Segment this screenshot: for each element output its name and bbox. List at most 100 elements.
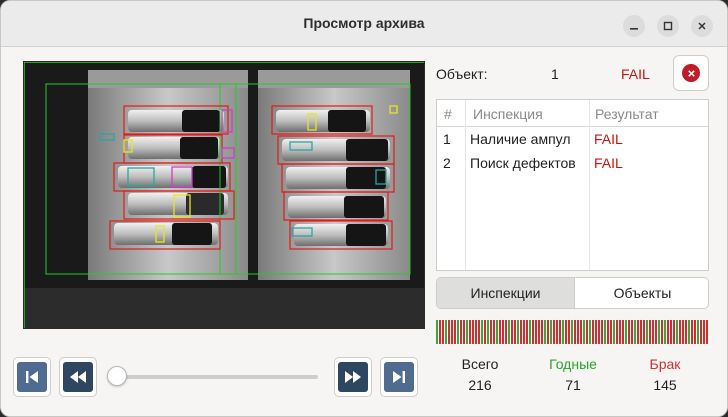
column-header-result[interactable]: Результат — [595, 106, 659, 122]
column-header-num[interactable]: # — [444, 106, 452, 122]
results-timeline[interactable] — [436, 320, 709, 344]
timeline-tick[interactable] — [616, 320, 618, 344]
timeline-tick[interactable] — [472, 320, 474, 344]
timeline-tick[interactable] — [691, 320, 693, 344]
table-row[interactable]: 1 Наличие ампул FAIL — [437, 127, 708, 151]
timeline-tick[interactable] — [529, 320, 531, 344]
timeline-tick[interactable] — [514, 320, 516, 344]
timeline-tick[interactable] — [445, 320, 447, 344]
timeline-tick[interactable] — [556, 320, 558, 344]
timeline-tick[interactable] — [607, 320, 609, 344]
timeline-tick[interactable] — [583, 320, 585, 344]
object-close-button[interactable] — [673, 55, 709, 91]
timeline-tick[interactable] — [703, 320, 705, 344]
timeline-tick[interactable] — [499, 320, 501, 344]
timeline-tick[interactable] — [502, 320, 504, 344]
tab-objects[interactable]: Объекты — [574, 278, 708, 308]
timeline-tick[interactable] — [484, 320, 486, 344]
timeline-tick[interactable] — [439, 320, 441, 344]
timeline-tick[interactable] — [631, 320, 633, 344]
timeline-tick[interactable] — [442, 320, 444, 344]
timeline-tick[interactable] — [481, 320, 483, 344]
timeline-tick[interactable] — [667, 320, 669, 344]
timeline-tick[interactable] — [511, 320, 513, 344]
timeline-tick[interactable] — [586, 320, 588, 344]
timeline-tick[interactable] — [613, 320, 615, 344]
timeline-tick[interactable] — [637, 320, 639, 344]
timeline-tick[interactable] — [673, 320, 675, 344]
timeline-tick[interactable] — [475, 320, 477, 344]
timeline-tick[interactable] — [679, 320, 681, 344]
skip-to-end-button[interactable] — [380, 357, 418, 397]
timeline-tick[interactable] — [640, 320, 642, 344]
timeline-tick[interactable] — [487, 320, 489, 344]
timeline-tick[interactable] — [508, 320, 510, 344]
timeline-tick[interactable] — [436, 320, 438, 344]
timeline-tick[interactable] — [658, 320, 660, 344]
timeline-tick[interactable] — [469, 320, 471, 344]
timeline-tick[interactable] — [676, 320, 678, 344]
timeline-tick[interactable] — [580, 320, 582, 344]
timeline-tick[interactable] — [457, 320, 459, 344]
timeline-tick[interactable] — [520, 320, 522, 344]
timeline-tick[interactable] — [493, 320, 495, 344]
timeline-tick[interactable] — [454, 320, 456, 344]
table-row[interactable]: 2 Поиск дефектов FAIL — [437, 151, 708, 175]
timeline-tick[interactable] — [577, 320, 579, 344]
timeline-tick[interactable] — [610, 320, 612, 344]
timeline-tick[interactable] — [571, 320, 573, 344]
timeline-tick[interactable] — [559, 320, 561, 344]
timeline-tick[interactable] — [619, 320, 621, 344]
timeline-tick[interactable] — [622, 320, 624, 344]
timeline-slider-handle[interactable] — [107, 366, 127, 386]
tab-inspections[interactable]: Инспекции — [437, 278, 574, 308]
timeline-tick[interactable] — [634, 320, 636, 344]
timeline-tick[interactable] — [685, 320, 687, 344]
timeline-tick[interactable] — [562, 320, 564, 344]
timeline-tick[interactable] — [466, 320, 468, 344]
timeline-tick[interactable] — [460, 320, 462, 344]
timeline-tick[interactable] — [538, 320, 540, 344]
timeline-tick[interactable] — [706, 320, 708, 344]
column-header-inspection[interactable]: Инспекция — [473, 106, 543, 122]
timeline-tick[interactable] — [463, 320, 465, 344]
timeline-tick[interactable] — [649, 320, 651, 344]
timeline-tick[interactable] — [517, 320, 519, 344]
timeline-tick[interactable] — [592, 320, 594, 344]
timeline-tick[interactable] — [565, 320, 567, 344]
timeline-tick[interactable] — [625, 320, 627, 344]
timeline-tick[interactable] — [496, 320, 498, 344]
timeline-tick[interactable] — [682, 320, 684, 344]
fast-forward-button[interactable] — [334, 357, 372, 397]
timeline-tick[interactable] — [490, 320, 492, 344]
timeline-tick[interactable] — [544, 320, 546, 344]
timeline-tick[interactable] — [568, 320, 570, 344]
rewind-button[interactable] — [59, 357, 97, 397]
timeline-tick[interactable] — [598, 320, 600, 344]
timeline-tick[interactable] — [697, 320, 699, 344]
timeline-tick[interactable] — [526, 320, 528, 344]
window-close-button[interactable] — [691, 15, 713, 37]
timeline-tick[interactable] — [643, 320, 645, 344]
timeline-tick[interactable] — [700, 320, 702, 344]
timeline-tick[interactable] — [646, 320, 648, 344]
timeline-tick[interactable] — [535, 320, 537, 344]
inspection-camera-image[interactable] — [23, 61, 425, 329]
timeline-tick[interactable] — [574, 320, 576, 344]
timeline-tick[interactable] — [541, 320, 543, 344]
timeline-tick[interactable] — [589, 320, 591, 344]
timeline-tick[interactable] — [595, 320, 597, 344]
timeline-tick[interactable] — [655, 320, 657, 344]
timeline-tick[interactable] — [601, 320, 603, 344]
timeline-tick[interactable] — [652, 320, 654, 344]
timeline-tick[interactable] — [553, 320, 555, 344]
timeline-tick[interactable] — [505, 320, 507, 344]
timeline-tick[interactable] — [550, 320, 552, 344]
timeline-tick[interactable] — [532, 320, 534, 344]
timeline-tick[interactable] — [523, 320, 525, 344]
timeline-tick[interactable] — [478, 320, 480, 344]
timeline-tick[interactable] — [688, 320, 690, 344]
maximize-button[interactable] — [657, 15, 679, 37]
timeline-tick[interactable] — [664, 320, 666, 344]
skip-to-start-button[interactable] — [13, 357, 51, 397]
